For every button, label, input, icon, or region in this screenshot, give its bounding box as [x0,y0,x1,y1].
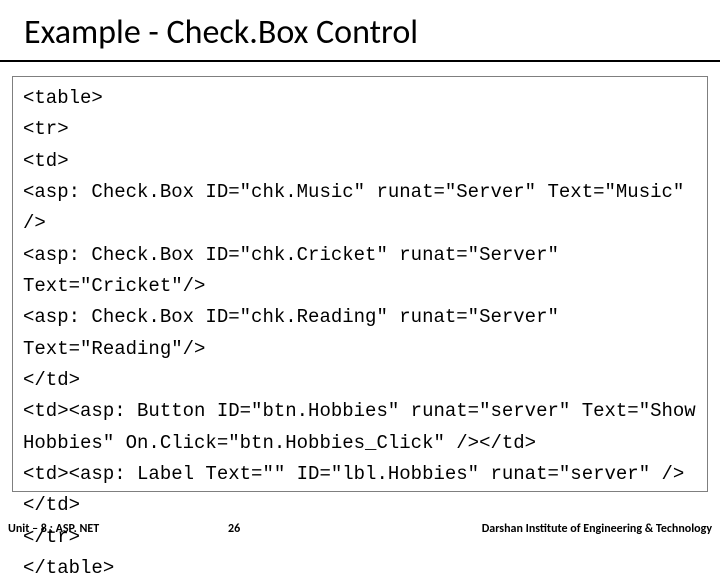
code-block: <table> <tr> <td> <asp: Check.Box ID="ch… [12,76,708,492]
footer-unit: Unit – 8 : ASP. NET [0,522,99,536]
footer-institute: Darshan Institute of Engineering & Techn… [482,522,720,536]
footer: Unit – 8 : ASP. NET 26 Darshan Institute… [0,518,720,540]
slide-title: Example - Check.Box Control [0,0,720,61]
footer-page-number: 26 [228,522,240,536]
title-rule [0,60,720,62]
